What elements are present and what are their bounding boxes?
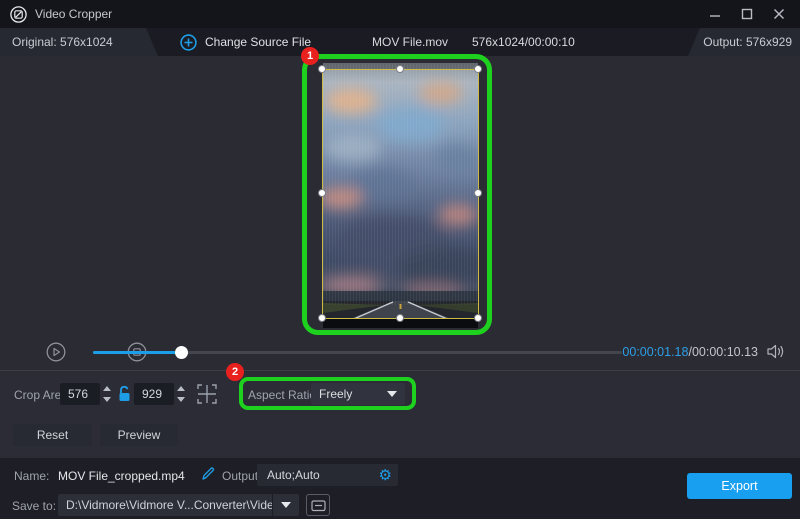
crosshair-icon	[194, 381, 220, 407]
crop-height-stepper	[177, 384, 189, 404]
width-decrement-arrow[interactable]	[103, 397, 111, 402]
crop-handle-top-left[interactable]	[318, 65, 326, 73]
crop-handle-middle-left[interactable]	[318, 189, 326, 197]
gear-icon[interactable]: ⚙	[379, 468, 392, 483]
video-cropper-window: Video Cropper Original: 576x1	[0, 0, 800, 519]
chevron-down-icon	[387, 391, 397, 397]
crop-handle-top-middle[interactable]	[396, 65, 404, 73]
height-decrement-arrow[interactable]	[177, 397, 185, 402]
current-file-name: MOV File.mov	[372, 28, 448, 56]
open-folder-button[interactable]	[306, 494, 330, 516]
maximize-button[interactable]	[736, 5, 758, 23]
crop-handle-bottom-middle[interactable]	[396, 314, 404, 322]
folder-icon	[311, 499, 326, 512]
time-display: 00:00:01.18/00:00:10.13	[622, 334, 758, 370]
volume-button[interactable]	[766, 343, 786, 360]
change-source-file-button[interactable]: Change Source File	[180, 28, 311, 56]
annotation-badge-1: 1	[301, 47, 319, 65]
play-button[interactable]	[46, 342, 66, 362]
output-format-value: Auto;Auto	[267, 468, 320, 482]
speaker-icon	[766, 343, 786, 360]
close-button[interactable]	[768, 5, 790, 23]
name-label: Name:	[14, 469, 49, 483]
maximize-icon	[741, 8, 753, 20]
width-increment-arrow[interactable]	[103, 386, 111, 391]
aspect-ratio-dropdown[interactable]: Freely	[311, 383, 405, 405]
current-file-info: 576x1024/00:00:10	[472, 28, 575, 56]
unlock-icon	[117, 385, 132, 402]
annotation-badge-2: 2	[226, 363, 244, 381]
crop-width-stepper	[103, 384, 115, 404]
current-time: 00:00:01.18	[622, 345, 688, 359]
reset-button[interactable]: Reset	[13, 424, 92, 446]
pencil-icon	[200, 466, 216, 482]
video-canvas	[323, 63, 478, 328]
info-bar: Original: 576x1024 Change Source File MO…	[0, 28, 800, 56]
minimize-button[interactable]	[704, 5, 726, 23]
titlebar: Video Cropper	[0, 0, 800, 28]
aspect-ratio-value: Freely	[319, 387, 352, 401]
crop-width-input[interactable]: 576	[60, 383, 100, 405]
video-preview-area: 1 00:00:01.18/00:00:10.13	[0, 56, 800, 371]
output-format-field[interactable]: Auto;Auto ⚙	[257, 464, 398, 486]
window-title: Video Cropper	[35, 7, 112, 21]
crop-height-input[interactable]: 929	[134, 383, 174, 405]
crop-handle-bottom-left[interactable]	[318, 314, 326, 322]
total-time: 00:00:10.13	[692, 345, 758, 359]
app-logo-icon	[10, 6, 27, 23]
aspect-lock-toggle[interactable]	[117, 385, 132, 402]
crop-handle-middle-right[interactable]	[474, 189, 482, 197]
rename-button[interactable]	[200, 466, 216, 482]
original-size-label: Original: 576x1024	[12, 35, 113, 49]
play-icon	[46, 342, 66, 362]
original-size-tab: Original: 576x1024	[0, 28, 158, 56]
height-increment-arrow[interactable]	[177, 386, 185, 391]
seek-progress-fill	[93, 351, 181, 354]
preview-button[interactable]: Preview	[100, 424, 178, 446]
seek-slider[interactable]	[93, 344, 622, 360]
seek-thumb[interactable]	[175, 346, 188, 359]
output-size-tab: Output: 576x929	[688, 28, 800, 56]
save-path-field[interactable]: D:\Vidmore\Vidmore V...Converter\Video C…	[58, 494, 272, 516]
save-path-dropdown-button[interactable]	[273, 494, 299, 516]
export-button[interactable]: Export	[687, 473, 792, 499]
output-format-label: Output:	[222, 469, 261, 483]
crop-selection-border[interactable]	[322, 69, 479, 319]
minimize-icon	[709, 8, 721, 20]
output-size-label: Output: 576x929	[703, 35, 792, 49]
aspect-ratio-label: Aspect Ratio:	[248, 388, 319, 402]
crop-area-row: Crop Area: 576 929	[0, 372, 800, 416]
crop-handle-bottom-right[interactable]	[474, 314, 482, 322]
playback-bar: 00:00:01.18/00:00:10.13	[0, 334, 800, 370]
center-crop-button[interactable]	[194, 381, 220, 407]
close-icon	[773, 8, 785, 20]
output-settings-panel: Name: MOV File_cropped.mp4 Output: Auto;…	[0, 458, 800, 519]
add-plus-icon	[180, 34, 197, 51]
chevron-down-icon	[281, 502, 291, 508]
change-source-file-label: Change Source File	[205, 35, 311, 49]
crop-controls-panel: Crop Area: 576 929	[0, 372, 800, 458]
output-file-name: MOV File_cropped.mp4	[58, 469, 185, 483]
save-to-label: Save to:	[12, 499, 56, 513]
crop-handle-top-right[interactable]	[474, 65, 482, 73]
